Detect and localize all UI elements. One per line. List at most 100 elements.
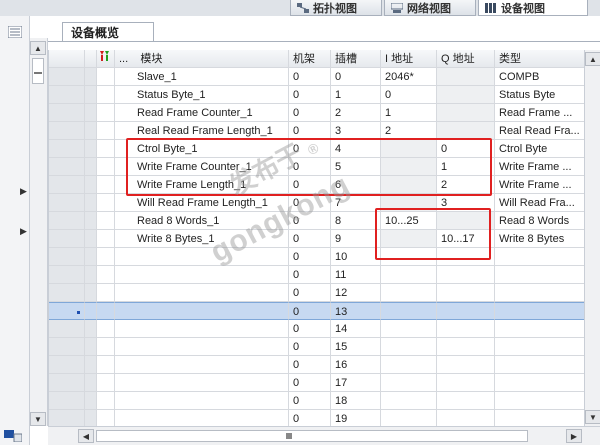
- rack-cell[interactable]: 0: [289, 104, 331, 122]
- type-cell[interactable]: Will Read Fra...: [495, 194, 584, 212]
- col-header-slot[interactable]: 插槽: [331, 50, 381, 68]
- type-cell[interactable]: Status Byte: [495, 86, 584, 104]
- table-row[interactable]: 0 18: [49, 392, 584, 410]
- q-address-cell[interactable]: [437, 374, 495, 392]
- i-address-cell[interactable]: 2046*: [381, 68, 437, 86]
- col-header-i-address[interactable]: I 地址: [381, 50, 437, 68]
- i-address-cell[interactable]: [381, 338, 437, 356]
- i-address-cell[interactable]: [381, 320, 437, 338]
- slot-cell[interactable]: 13: [331, 302, 381, 320]
- rack-cell[interactable]: 0: [289, 86, 331, 104]
- rack-cell[interactable]: 0: [289, 392, 331, 410]
- type-cell[interactable]: Write 8 Bytes: [495, 230, 584, 248]
- module-cell[interactable]: [115, 248, 289, 266]
- rack-cell[interactable]: 0: [289, 356, 331, 374]
- q-address-cell[interactable]: [437, 68, 495, 86]
- type-cell[interactable]: [495, 392, 584, 410]
- table-row[interactable]: 0 14: [49, 320, 584, 338]
- rack-cell[interactable]: 0: [289, 320, 331, 338]
- table-row[interactable]: Status Byte_1 0 1 0 Status Byte: [49, 86, 584, 104]
- i-address-cell[interactable]: [381, 302, 437, 320]
- type-cell[interactable]: [495, 284, 584, 302]
- type-cell[interactable]: [495, 356, 584, 374]
- rack-cell[interactable]: 0: [289, 248, 331, 266]
- tab-topology-view[interactable]: 拓扑视图: [290, 0, 382, 16]
- left-scrollbar[interactable]: ▲ ▶ ▶ ▼: [20, 38, 48, 426]
- type-cell[interactable]: [495, 374, 584, 392]
- q-address-cell[interactable]: [437, 356, 495, 374]
- table-row[interactable]: 0 15: [49, 338, 584, 356]
- module-cell[interactable]: [115, 266, 289, 284]
- type-cell[interactable]: Ctrol Byte: [495, 140, 584, 158]
- table-row[interactable]: 0 19: [49, 410, 584, 426]
- module-cell[interactable]: Slave_1: [115, 68, 289, 86]
- q-address-cell[interactable]: [437, 86, 495, 104]
- slot-cell[interactable]: 10: [331, 248, 381, 266]
- table-row[interactable]: 0 10: [49, 248, 584, 266]
- rack-cell[interactable]: 0: [289, 410, 331, 426]
- slot-cell[interactable]: 17: [331, 374, 381, 392]
- module-cell[interactable]: [115, 284, 289, 302]
- vertical-scrollbar[interactable]: ▲ ▼: [584, 50, 600, 426]
- i-address-cell[interactable]: [381, 392, 437, 410]
- i-address-cell[interactable]: [381, 356, 437, 374]
- col-header-q-address[interactable]: Q 地址: [437, 50, 495, 68]
- i-address-cell[interactable]: [381, 266, 437, 284]
- col-header-type[interactable]: 类型: [495, 50, 584, 68]
- slot-cell[interactable]: 1: [331, 86, 381, 104]
- type-cell[interactable]: [495, 338, 584, 356]
- slot-cell[interactable]: 11: [331, 266, 381, 284]
- q-address-cell[interactable]: [437, 302, 495, 320]
- table-row[interactable]: 0 17: [49, 374, 584, 392]
- q-address-cell[interactable]: [437, 104, 495, 122]
- q-address-cell[interactable]: [437, 338, 495, 356]
- scroll-thumb[interactable]: [32, 58, 44, 84]
- q-address-cell[interactable]: [437, 392, 495, 410]
- tab-network-view[interactable]: 网络视图: [384, 0, 476, 16]
- table-row[interactable]: 0 16: [49, 356, 584, 374]
- table-row[interactable]: Slave_1 0 0 2046* COMPB: [49, 68, 584, 86]
- type-cell[interactable]: [495, 266, 584, 284]
- q-address-cell[interactable]: [437, 266, 495, 284]
- scroll-left-icon[interactable]: ◀: [78, 429, 94, 443]
- expand-arrow-icon[interactable]: ▶: [20, 186, 27, 197]
- slot-cell[interactable]: 19: [331, 410, 381, 426]
- i-address-cell[interactable]: [381, 284, 437, 302]
- tab-device-overview[interactable]: 设备概览: [62, 22, 154, 42]
- module-cell[interactable]: [115, 410, 289, 426]
- col-header-module[interactable]: ... 模块: [115, 50, 289, 68]
- type-cell[interactable]: Read 8 Words: [495, 212, 584, 230]
- slot-cell[interactable]: 14: [331, 320, 381, 338]
- q-address-cell[interactable]: [437, 284, 495, 302]
- slot-cell[interactable]: 2: [331, 104, 381, 122]
- module-cell[interactable]: Read Frame Counter_1: [115, 104, 289, 122]
- type-cell[interactable]: Real Read Fra...: [495, 122, 584, 140]
- rack-cell[interactable]: 0: [289, 284, 331, 302]
- module-cell[interactable]: [115, 374, 289, 392]
- rack-cell[interactable]: 0: [289, 374, 331, 392]
- expand-arrow-icon[interactable]: ▶: [20, 226, 27, 237]
- tab-device-view[interactable]: 设备视图: [478, 0, 588, 16]
- module-cell[interactable]: Status Byte_1: [115, 86, 289, 104]
- horizontal-scrollbar[interactable]: ◀ ▶: [48, 426, 600, 445]
- q-address-cell[interactable]: [437, 410, 495, 426]
- scroll-down-icon[interactable]: ▼: [30, 412, 46, 426]
- q-address-cell[interactable]: [437, 320, 495, 338]
- slot-cell[interactable]: 9: [331, 230, 381, 248]
- monitor-icon[interactable]: [4, 430, 23, 443]
- table-row[interactable]: 0 12: [49, 284, 584, 302]
- device-list-icon[interactable]: [7, 25, 23, 39]
- scroll-up-icon[interactable]: ▲: [585, 52, 600, 66]
- type-cell[interactable]: Read Frame ...: [495, 104, 584, 122]
- i-address-cell[interactable]: 1: [381, 104, 437, 122]
- type-cell[interactable]: COMPB: [495, 68, 584, 86]
- type-cell[interactable]: [495, 320, 584, 338]
- scroll-thumb[interactable]: [96, 430, 528, 442]
- type-cell[interactable]: [495, 410, 584, 426]
- type-cell[interactable]: [495, 302, 584, 320]
- rack-cell[interactable]: 0: [289, 266, 331, 284]
- scroll-up-icon[interactable]: ▲: [30, 41, 46, 55]
- slot-cell[interactable]: 12: [331, 284, 381, 302]
- module-cell[interactable]: [115, 392, 289, 410]
- slot-cell[interactable]: 8: [331, 212, 381, 230]
